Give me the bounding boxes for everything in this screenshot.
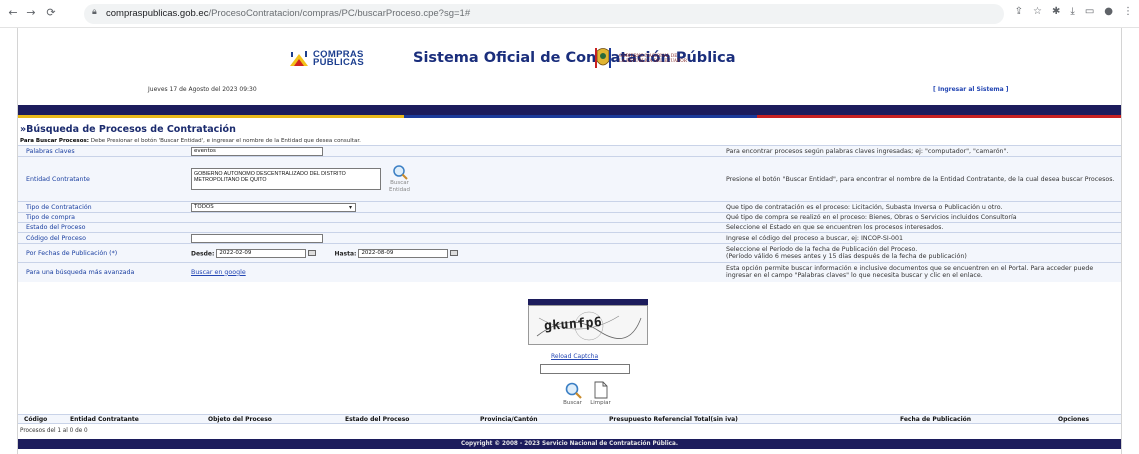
- forward-arrow-icon[interactable]: →: [24, 6, 38, 20]
- from-label: Desde:: [191, 250, 215, 257]
- row-purchase: Tipo de compra Qué tipo de compra se rea…: [18, 212, 1121, 223]
- profile-icon[interactable]: ●: [1104, 6, 1113, 17]
- type-select[interactable]: TODOS ▾: [191, 202, 356, 212]
- magnifier-icon: [392, 165, 408, 180]
- clear-button-label: Limpiar: [590, 400, 611, 406]
- purchase-help: Qué tipo de compra se realizó en el proc…: [726, 212, 1121, 223]
- code-help: Ingrese el código del proceso a buscar, …: [726, 232, 1121, 244]
- login-link[interactable]: [ Ingresar al Sistema ]: [933, 86, 1009, 93]
- star-icon[interactable]: ☆: [1033, 6, 1042, 17]
- state-help: Seleccione el Estado en que se encuentre…: [726, 222, 1121, 233]
- header-divider-bar: [18, 105, 1121, 115]
- row-type: Tipo de Contratación TODOS ▾ Que tipo de …: [18, 201, 1121, 213]
- coat-of-arms-icon: [594, 45, 612, 71]
- results-header: Código Entidad Contratante Objeto del Pr…: [18, 414, 1121, 424]
- google-search-link[interactable]: Buscar en google: [191, 269, 246, 276]
- type-help: Que tipo de contratación es el proceso: …: [726, 201, 1121, 213]
- reload-icon[interactable]: ⟳: [44, 6, 58, 20]
- page: COMPRAS PÚBLICAS Sistema Oficial de Cont…: [17, 28, 1122, 454]
- download-icon[interactable]: ⤓: [1070, 6, 1074, 17]
- col-state: Estado del Proceso: [345, 416, 410, 423]
- col-entity: Entidad Contratante: [70, 416, 139, 423]
- gov-line2: LA REPÚBLICA DEL ECUADOR: [619, 58, 687, 63]
- state-label: Estado del Proceso: [18, 222, 191, 233]
- from-date-input[interactable]: 2022-02-09: [216, 248, 307, 258]
- col-code: Código: [24, 416, 48, 423]
- advanced-label: Para una búsqueda más avanzada: [18, 262, 191, 282]
- dates-help: Seleccione el Período de la fecha de Pub…: [726, 243, 1121, 263]
- current-date: Jueves 17 de Agosto del 2023 09:30: [148, 86, 257, 93]
- share-icon[interactable]: ⇪: [1015, 6, 1023, 17]
- results-count: Procesos del 1 al 0 de 0: [20, 428, 88, 434]
- clear-button[interactable]: Limpiar: [588, 381, 613, 406]
- logo-line2: PÚBLICAS: [313, 57, 364, 68]
- search-entity-line2: Entidad: [389, 187, 411, 193]
- instructions: Para Buscar Procesos: Debe Presionar el …: [20, 138, 361, 144]
- col-date: Fecha de Publicación: [900, 416, 972, 423]
- sidepanel-icon[interactable]: ▭: [1085, 6, 1094, 17]
- back-arrow-icon[interactable]: ←: [6, 6, 20, 20]
- site-header: COMPRAS PÚBLICAS Sistema Oficial de Cont…: [18, 28, 1121, 102]
- col-object: Objeto del Proceso: [208, 416, 272, 423]
- compras-publicas-logo: COMPRAS PÚBLICAS: [288, 50, 364, 68]
- dates-label: Por Fechas de Publicación (*): [18, 243, 191, 263]
- captcha-input[interactable]: [540, 364, 630, 374]
- row-dates: Por Fechas de Publicación (*) Desde: 202…: [18, 243, 1121, 263]
- reload-captcha-link[interactable]: Reload Captcha: [551, 353, 598, 360]
- row-state: Estado del Proceso Seleccione el Estado …: [18, 222, 1121, 233]
- address-bar[interactable]: 🔒︎ compraspublicas.gob.ec/ProcesoContrat…: [84, 4, 1004, 24]
- col-province: Provincia/Cantón: [480, 416, 538, 423]
- captcha-image: gkunfp6: [528, 305, 648, 345]
- calendar-icon[interactable]: [450, 250, 459, 256]
- chevron-down-icon: ▾: [348, 203, 352, 211]
- lock-icon: 🔒︎: [92, 7, 97, 17]
- search-entity-button[interactable]: Buscar Entidad: [389, 164, 410, 194]
- blank-document-icon: [594, 381, 607, 399]
- url-text: compraspublicas.gob.ec/ProcesoContrataci…: [106, 8, 471, 19]
- col-budget: Presupuesto Referencial Total(sin iva): [609, 416, 738, 423]
- extensions-icon[interactable]: ✱: [1052, 6, 1060, 17]
- captcha: gkunfp6: [528, 299, 648, 345]
- flag-color-bar: [18, 115, 1121, 118]
- row-advanced: Para una búsqueda más avanzada Buscar en…: [18, 262, 1121, 282]
- row-entity: Entidad Contratante GOBIERNO AUTONOMO DE…: [18, 156, 1121, 202]
- compras-logo-icon: [288, 50, 310, 68]
- row-code: Código del Proceso Ingrese el código del…: [18, 232, 1121, 244]
- entity-textarea[interactable]: GOBIERNO AUTONOMO DESCENTRALIZADO DEL DI…: [191, 168, 381, 190]
- purchase-label: Tipo de compra: [18, 212, 191, 223]
- browser-toolbar: ← → ⟳ 🔒︎ compraspublicas.gob.ec/ProcesoC…: [0, 0, 1139, 28]
- search-form: Palabras claves eventos Para encontrar p…: [18, 145, 1121, 282]
- page-title: Sistema Oficial de Contratación Pública: [413, 50, 736, 66]
- gov-ecuador-logo: GOBIERNO NACIONAL DE LA REPÚBLICA DEL EC…: [594, 45, 687, 71]
- search-entity-line1: Buscar: [390, 180, 409, 186]
- to-date-input[interactable]: 2022-08-09: [358, 248, 449, 258]
- search-button[interactable]: Buscar: [560, 381, 585, 406]
- keywords-help: Para encontrar procesos según palabras c…: [726, 145, 1121, 157]
- search-button-label: Buscar: [563, 400, 582, 406]
- calendar-icon[interactable]: [308, 250, 317, 256]
- keywords-label: Palabras claves: [18, 145, 191, 157]
- footer: Copyright © 2008 - 2023 Servicio Naciona…: [18, 439, 1121, 449]
- col-options: Opciones: [1058, 416, 1090, 423]
- type-label: Tipo de Contratación: [18, 201, 191, 213]
- entity-label: Entidad Contratante: [18, 156, 191, 202]
- to-label: Hasta:: [334, 250, 357, 257]
- keywords-input[interactable]: eventos: [191, 146, 323, 156]
- code-input[interactable]: [191, 233, 323, 243]
- code-label: Código del Proceso: [18, 232, 191, 244]
- advanced-help: Esta opción permite buscar información e…: [726, 262, 1121, 282]
- row-keywords: Palabras claves eventos Para encontrar p…: [18, 145, 1121, 157]
- section-title: »Búsqueda de Procesos de Contratación: [20, 124, 236, 135]
- magnifier-icon: [565, 382, 582, 399]
- menu-icon[interactable]: ⋮: [1123, 6, 1133, 17]
- entity-help: Presione el botón "Buscar Entidad", para…: [726, 156, 1121, 202]
